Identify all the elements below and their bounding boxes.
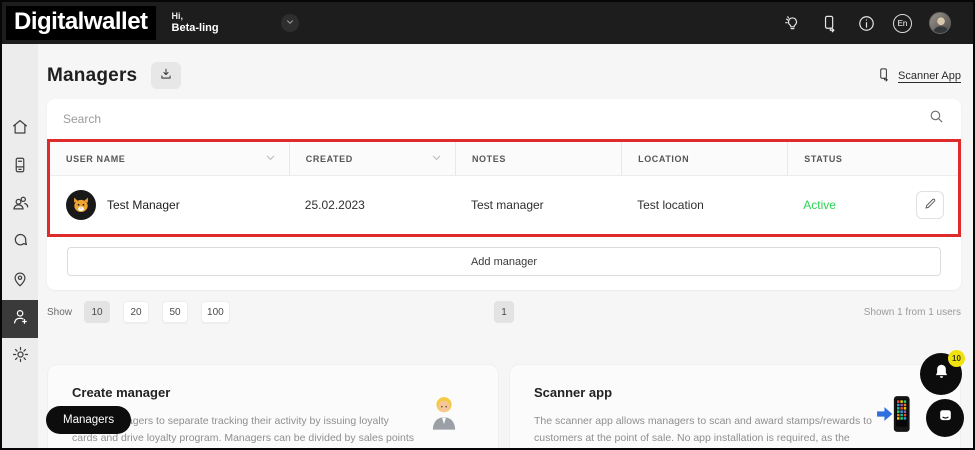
edit-manager-button[interactable] xyxy=(916,191,944,219)
home-icon xyxy=(11,118,29,141)
column-header-created[interactable]: Created xyxy=(288,142,455,175)
gear-icon xyxy=(11,345,30,369)
column-header-notes[interactable]: Notes xyxy=(454,142,621,175)
language-badge[interactable]: En xyxy=(893,13,912,33)
cat-emoji-avatar xyxy=(66,190,96,220)
user-avatar[interactable] xyxy=(929,12,951,34)
sidebar-item-managers[interactable] xyxy=(2,300,38,338)
column-label: Location xyxy=(638,153,690,164)
sidebar-item-chat[interactable] xyxy=(2,224,38,262)
highlighted-table-region: User name Created Notes xyxy=(47,139,961,237)
info-icon[interactable] xyxy=(856,13,876,33)
sidebar-item-customers[interactable] xyxy=(2,186,38,224)
table-row[interactable]: Test Manager 25.02.2023 Test manager Tes… xyxy=(50,176,958,234)
status-badge: Active xyxy=(803,198,836,212)
cell-location: Test location xyxy=(637,198,704,212)
show-label: Show xyxy=(47,306,73,318)
column-label: Created xyxy=(305,153,353,164)
greeting-name: Beta-ling xyxy=(171,21,219,34)
person-emoji xyxy=(424,393,464,438)
chat-icon xyxy=(11,231,30,255)
search-icon[interactable] xyxy=(928,108,945,130)
page-size-buttons: 10 20 50 100 xyxy=(84,301,230,323)
column-header-status[interactable]: Status xyxy=(787,142,958,175)
info-cards-row: Create manager Create managers to separa… xyxy=(47,364,961,448)
topbar-actions: En xyxy=(782,12,951,34)
scanner-phone-icon[interactable] xyxy=(819,13,839,33)
pos-terminal-icon xyxy=(11,156,29,179)
account-dropdown-button[interactable] xyxy=(280,14,299,32)
notification-count-badge: 10 xyxy=(948,350,965,367)
sidebar-item-settings[interactable] xyxy=(2,338,38,376)
managers-tooltip: Managers xyxy=(46,406,132,434)
column-label: Notes xyxy=(471,153,506,164)
page-size-100-button[interactable]: 100 xyxy=(201,301,230,323)
sort-chevron-icon[interactable] xyxy=(430,151,443,166)
scanner-app-description: The scanner app allows managers to scan … xyxy=(534,415,872,445)
notifications-button[interactable]: 10 xyxy=(920,350,965,395)
chevron-down-icon xyxy=(285,14,295,32)
scanner-app-link-label: Scanner App xyxy=(898,69,961,82)
user-name-value: Test Manager xyxy=(107,198,180,212)
brightness-icon[interactable] xyxy=(782,13,802,33)
create-manager-title: Create manager xyxy=(72,385,171,400)
pagination-summary: Shown 1 from 1 users xyxy=(863,306,961,318)
add-manager-button[interactable]: Add manager xyxy=(67,247,941,276)
managers-table-card: User name Created Notes xyxy=(47,99,961,290)
download-icon xyxy=(159,67,173,84)
phone-with-arrow-emoji xyxy=(876,393,918,440)
current-page-button[interactable]: 1 xyxy=(494,301,514,323)
search-input[interactable] xyxy=(63,112,928,126)
topbar: Digitalwallet Hi, Beta-ling En xyxy=(2,2,973,44)
sidebar-item-pos[interactable] xyxy=(2,148,38,186)
column-label: User name xyxy=(66,153,126,164)
greeting-hi: Hi, xyxy=(171,10,184,21)
location-pin-icon xyxy=(11,270,29,293)
page-size-20-button[interactable]: 20 xyxy=(123,301,150,323)
bell-icon xyxy=(932,362,951,386)
page-size-50-button[interactable]: 50 xyxy=(162,301,189,323)
scanner-phone-icon xyxy=(877,67,892,85)
sidebar-nav xyxy=(2,44,38,448)
sort-chevron-icon[interactable] xyxy=(264,151,277,166)
column-header-user-name[interactable]: User name xyxy=(50,142,289,175)
app-logo[interactable]: Digitalwallet xyxy=(6,6,156,40)
cell-notes: Test manager xyxy=(470,198,544,212)
page-title: Managers xyxy=(47,64,138,86)
cell-created: 25.02.2023 xyxy=(304,198,365,212)
customers-icon xyxy=(11,193,30,217)
chat-bubble-icon xyxy=(937,407,954,429)
pencil-icon xyxy=(923,197,937,214)
user-greeting: Hi, Beta-ling xyxy=(172,11,219,36)
export-download-button[interactable] xyxy=(151,62,182,89)
page-size-10-button[interactable]: 10 xyxy=(84,301,111,323)
add-manager-row: Add manager xyxy=(47,237,961,290)
pagination-bar: Show 10 20 50 100 1 Shown 1 from 1 users xyxy=(47,300,961,324)
sidebar-item-locations[interactable] xyxy=(2,262,38,300)
search-bar xyxy=(47,99,961,139)
page-header: Managers Scanner App xyxy=(47,62,961,89)
scanner-app-card: Scanner app The scanner app allows manag… xyxy=(509,364,961,448)
main-content: Managers Scanner App Search USER NAME CR… xyxy=(38,44,973,448)
cell-user-name: Test Manager xyxy=(50,190,289,220)
scanner-app-link[interactable]: Scanner App xyxy=(877,67,961,85)
sidebar-item-home[interactable] xyxy=(2,110,38,148)
app-window: Digitalwallet Hi, Beta-ling En Managers … xyxy=(0,0,975,450)
column-header-location[interactable]: Location xyxy=(621,142,787,175)
manager-add-icon xyxy=(11,307,30,331)
column-label: Status xyxy=(804,153,843,164)
table-header-row: User name Created Notes xyxy=(50,142,958,176)
support-chat-button[interactable] xyxy=(926,399,964,437)
